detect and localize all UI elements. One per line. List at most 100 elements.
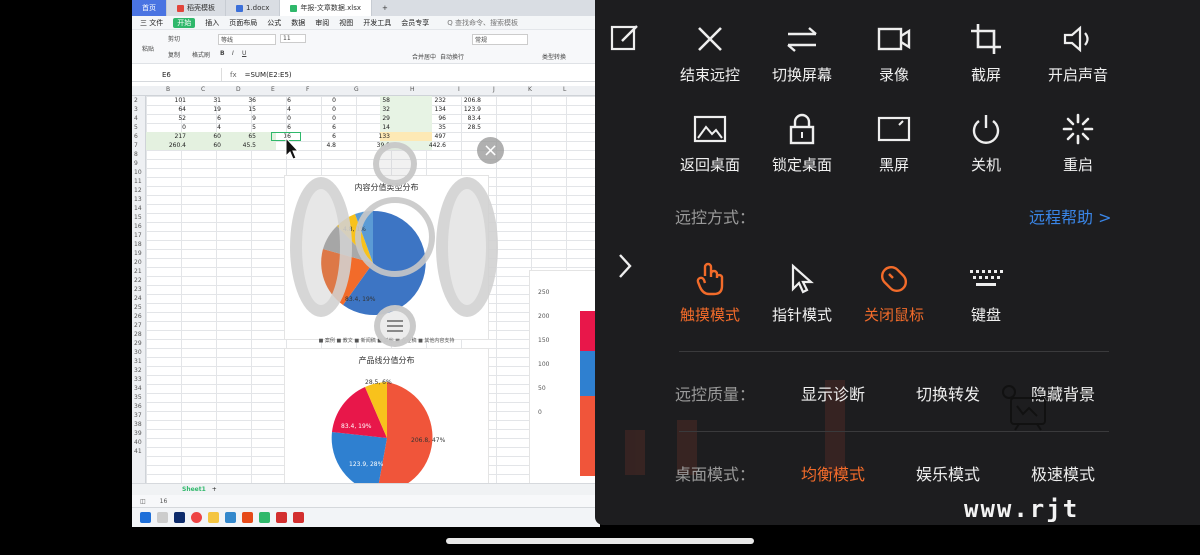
bar-chart-content[interactable]: 250 200 150 100 50 0	[529, 270, 600, 485]
table-cell[interactable]: 0	[306, 106, 336, 113]
table-cell[interactable]: 6	[191, 115, 221, 122]
table-cell[interactable]: 35	[416, 124, 446, 131]
new-tab-button[interactable]: +	[372, 0, 398, 16]
type-convert-button[interactable]: 类型转换	[542, 52, 566, 61]
paste-button[interactable]: 粘贴	[142, 44, 154, 53]
return-desktop-button[interactable]: 返回桌面	[662, 112, 758, 175]
row-number[interactable]: 4	[134, 114, 138, 123]
tab-xlsx[interactable]: 年报-文章数据.xlsx	[280, 0, 373, 16]
edit-button[interactable]	[609, 22, 641, 58]
row-number[interactable]: 21	[134, 267, 142, 276]
col-k[interactable]: K	[528, 86, 532, 93]
menu-start[interactable]: 开始	[173, 17, 196, 28]
col-e[interactable]: E	[271, 86, 275, 93]
merge-button[interactable]: 合并居中	[412, 52, 436, 61]
table-cell[interactable]: 4.8	[306, 142, 336, 149]
italic-button[interactable]: I	[232, 50, 234, 57]
table-cell[interactable]: 36	[226, 97, 256, 104]
explorer-icon[interactable]	[208, 512, 219, 523]
table-cell[interactable]: 29	[360, 115, 390, 122]
keyboard-button[interactable]: 键盘	[938, 262, 1034, 325]
joystick-center-ring[interactable]	[355, 197, 435, 277]
table-cell[interactable]: 442.6	[416, 142, 446, 149]
row-number[interactable]: 30	[134, 348, 142, 357]
restart-button[interactable]: 重启	[1030, 112, 1126, 175]
table-cell[interactable]: 32	[360, 106, 390, 113]
shutdown-button[interactable]: 关机	[938, 112, 1034, 175]
tab-template[interactable]: 稻壳模板	[167, 0, 226, 16]
table-cell[interactable]: 9	[226, 115, 256, 122]
table-cell[interactable]: 83.4	[451, 115, 481, 122]
row-number[interactable]: 18	[134, 240, 142, 249]
joystick-up-button[interactable]	[373, 142, 417, 186]
row-number[interactable]: 28	[134, 330, 142, 339]
table-cell[interactable]: 6	[306, 124, 336, 131]
cut-button[interactable]: 剪切	[168, 34, 180, 43]
table-cell[interactable]: 31	[191, 97, 221, 104]
table-cell[interactable]: 232	[416, 97, 446, 104]
tab-docx[interactable]: 1.docx	[226, 0, 281, 16]
row-number[interactable]: 39	[134, 429, 142, 438]
wechat-icon[interactable]	[259, 512, 270, 523]
table-cell[interactable]: 45.5	[226, 142, 256, 149]
row-number[interactable]: 15	[134, 213, 142, 222]
menu-view[interactable]: 视图	[339, 18, 353, 28]
table-cell[interactable]: 19	[191, 106, 221, 113]
pie-chart-product[interactable]: 产品线分值分布 28.5, 6% 83.4, 19% 123.9, 28% 20…	[284, 348, 489, 493]
table-cell[interactable]: 497	[416, 133, 446, 140]
table-cell[interactable]: 6	[261, 124, 291, 131]
windows-start-icon[interactable]	[140, 512, 151, 523]
joystick-close-button[interactable]: ×	[477, 137, 504, 164]
table-cell[interactable]: 101	[156, 97, 186, 104]
table-cell[interactable]: 28.5	[451, 124, 481, 131]
row-number[interactable]: 9	[134, 159, 138, 168]
table-cell[interactable]: 0	[156, 124, 186, 131]
lock-desktop-button[interactable]: 锁定桌面	[754, 112, 850, 175]
bold-button[interactable]: B	[220, 50, 225, 57]
col-j[interactable]: J	[493, 86, 495, 93]
switch-relay-button[interactable]: 切换转发	[916, 381, 980, 405]
row-number[interactable]: 17	[134, 231, 142, 240]
table-cell[interactable]: 4	[191, 124, 221, 131]
table-cell[interactable]: 64	[156, 106, 186, 113]
col-i[interactable]: I	[458, 86, 460, 93]
app-icon[interactable]	[225, 512, 236, 523]
row-number[interactable]: 5	[134, 123, 138, 132]
speed-mode-button[interactable]: 极速模式	[1031, 461, 1095, 485]
row-number[interactable]: 36	[134, 402, 142, 411]
balanced-mode-button[interactable]: 均衡模式	[801, 461, 865, 485]
joystick-right-pad[interactable]	[436, 177, 498, 317]
chrome-icon[interactable]	[191, 512, 202, 523]
row-number[interactable]: 27	[134, 321, 142, 330]
table-cell[interactable]: 133	[360, 133, 390, 140]
table-cell[interactable]: 60	[191, 133, 221, 140]
row-number[interactable]: 14	[134, 204, 142, 213]
row-number[interactable]: 2	[134, 96, 138, 105]
row-number[interactable]: 34	[134, 384, 142, 393]
row-number[interactable]: 33	[134, 375, 142, 384]
home-indicator[interactable]	[446, 538, 754, 544]
entertainment-mode-button[interactable]: 娱乐模式	[916, 461, 980, 485]
menu-layout[interactable]: 页面布局	[229, 18, 257, 28]
table-cell[interactable]: 134	[416, 106, 446, 113]
copy-button[interactable]: 复制	[168, 50, 180, 59]
remote-help-link[interactable]: 远程帮助 >	[1029, 204, 1112, 228]
collapse-chevron-button[interactable]	[615, 252, 635, 284]
row-number[interactable]: 19	[134, 249, 142, 258]
underline-button[interactable]: U	[242, 50, 246, 57]
table-cell[interactable]: 123.9	[451, 106, 481, 113]
table-cell[interactable]: 6	[306, 133, 336, 140]
wps-pdf-icon[interactable]	[242, 512, 253, 523]
row-number[interactable]: 8	[134, 150, 138, 159]
row-number[interactable]: 11	[134, 177, 142, 186]
table-cell[interactable]: 52	[156, 115, 186, 122]
menu-formula[interactable]: 公式	[267, 18, 281, 28]
row-number[interactable]: 35	[134, 393, 142, 402]
row-number[interactable]: 23	[134, 285, 142, 294]
row-number[interactable]: 12	[134, 186, 142, 195]
wps-icon-2[interactable]	[293, 512, 304, 523]
wrap-button[interactable]: 自动换行	[440, 52, 464, 61]
name-box[interactable]: E6	[132, 68, 222, 81]
record-button[interactable]: 录像	[846, 22, 942, 85]
row-number[interactable]: 22	[134, 276, 142, 285]
